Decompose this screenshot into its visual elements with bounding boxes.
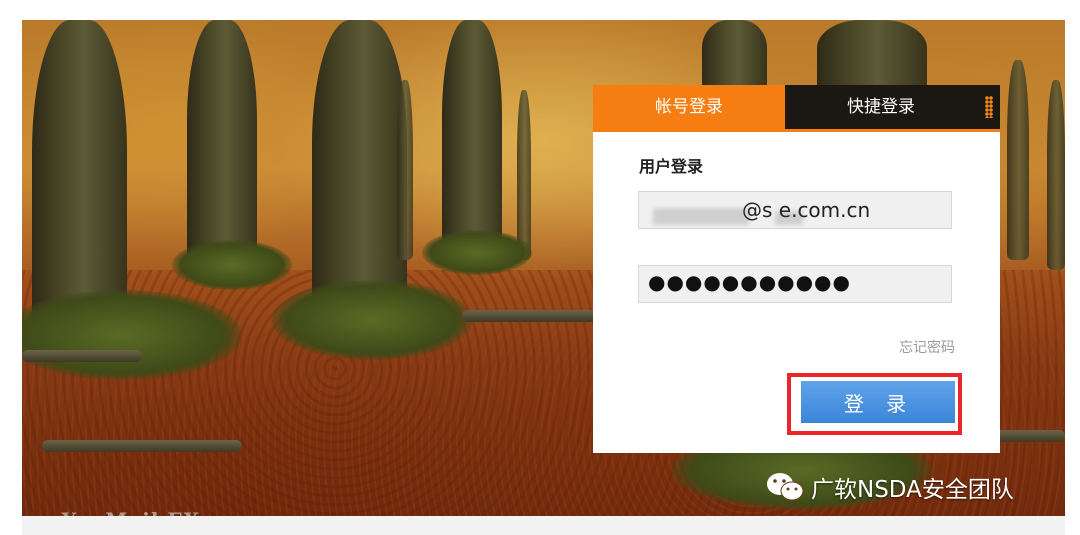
- tree-trunk: [702, 20, 767, 90]
- fallen-log: [22, 350, 142, 362]
- password-input[interactable]: ●●●●●●●●●●●: [638, 265, 952, 303]
- wechat-icon: [767, 473, 804, 501]
- login-button[interactable]: 登 录: [801, 381, 955, 423]
- tree-trunk: [517, 90, 531, 260]
- password-value: ●●●●●●●●●●●: [648, 270, 851, 294]
- tab-account-login[interactable]: 帐号登录: [593, 85, 785, 129]
- wechat-account-name: 广软NSDA安全团队: [811, 477, 1014, 503]
- wechat-watermark: 广软NSDA安全团队: [765, 470, 1014, 504]
- moss-root: [272, 280, 472, 360]
- tree-trunk: [187, 20, 257, 270]
- product-watermark: eYouMail EX: [48, 508, 200, 516]
- username-value-wrapper: @s e.com.cn: [647, 198, 871, 225]
- grid-dots-icon: [985, 96, 993, 118]
- tree-trunk: [442, 20, 502, 260]
- tree-trunk: [1007, 60, 1029, 260]
- fallen-log: [42, 440, 242, 452]
- tab-menu-button[interactable]: [977, 85, 1000, 129]
- moss-root: [172, 240, 292, 290]
- tree-trunk: [1047, 80, 1065, 270]
- username-value: @s e.com.cn: [742, 198, 871, 222]
- tree-trunk: [397, 80, 413, 260]
- tree-trunk: [817, 20, 927, 90]
- forgot-password-link[interactable]: 忘记密码: [899, 337, 955, 357]
- tab-quick-login[interactable]: 快捷登录: [785, 85, 977, 129]
- login-tabs: 帐号登录 快捷登录: [593, 85, 1000, 129]
- footer-strip: [22, 516, 1065, 535]
- login-card: 帐号登录 快捷登录 用户登录 @s e.com.cn ●●●●●●●●●●● 忘…: [593, 85, 1000, 453]
- form-title: 用户登录: [639, 157, 704, 176]
- username-input[interactable]: @s e.com.cn: [638, 191, 952, 229]
- tab-accent-line: [593, 129, 1000, 132]
- moss-root: [422, 230, 532, 275]
